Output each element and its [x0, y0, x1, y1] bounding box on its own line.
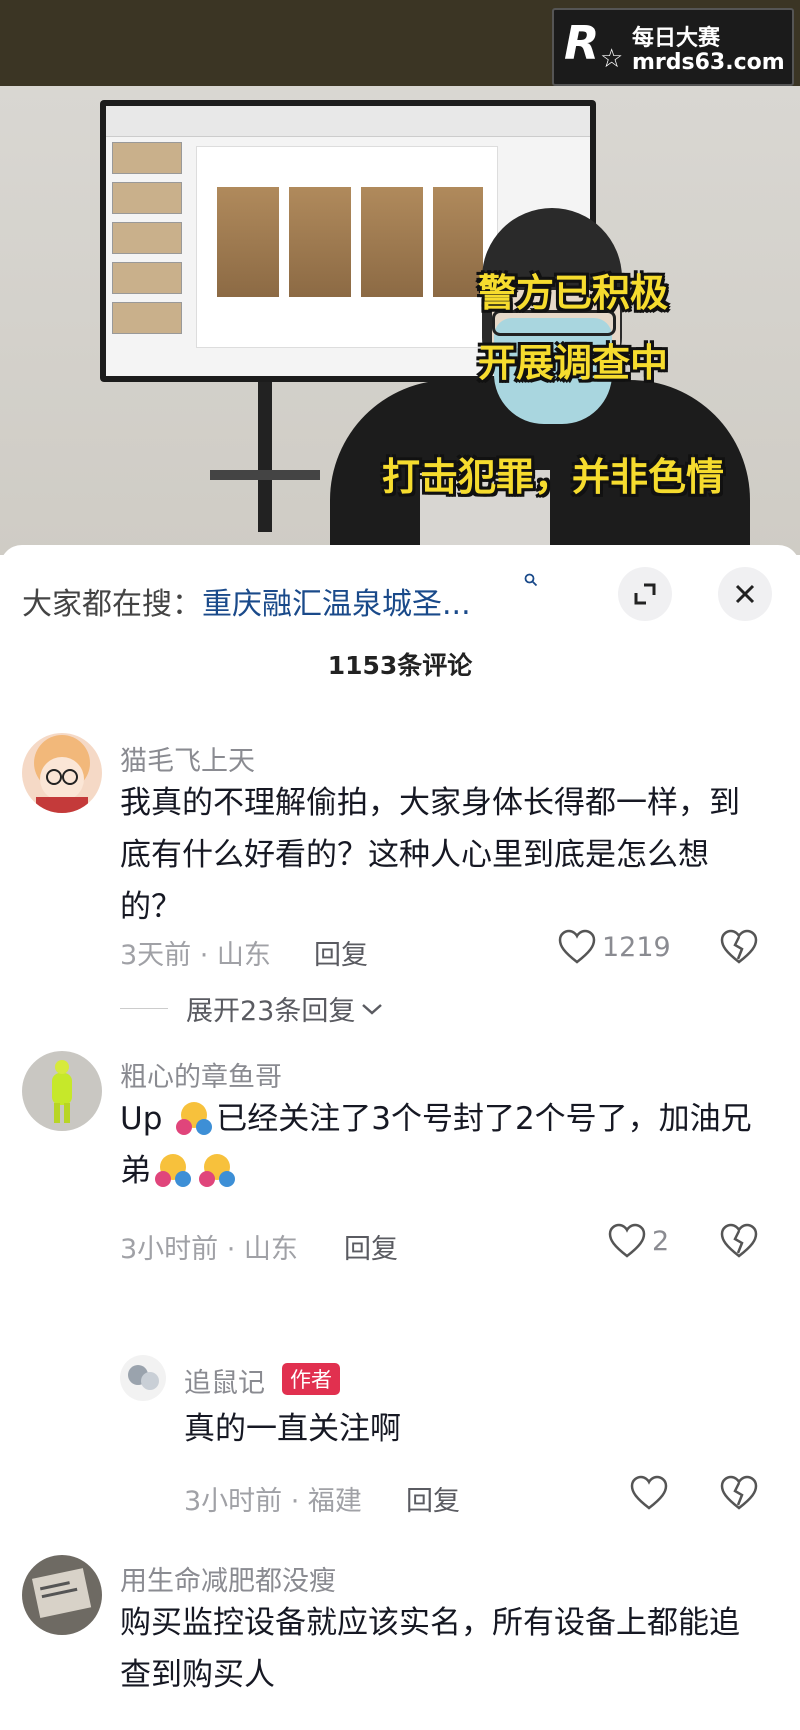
avatar[interactable] [120, 1355, 166, 1401]
watermark-logo: R ☆ 每日大赛 mrds63.com [552, 8, 794, 86]
avatar[interactable] [22, 1555, 102, 1635]
like-button[interactable]: 2 [608, 1223, 669, 1259]
subtitle-line-3: 打击犯罪，并非色情 [382, 455, 725, 499]
watermark-mark: R [564, 16, 600, 70]
hug-emoji-icon [176, 1102, 213, 1135]
close-button[interactable] [718, 567, 772, 621]
search-term[interactable]: 重庆融汇温泉城圣... [202, 587, 471, 622]
comment-item: 粗心的章鱼哥 Up 已经关注了3个号封了2个号了，加油兄弟 3小时前 · 山东 … [0, 1045, 800, 1285]
star-icon: ☆ [600, 44, 624, 74]
comment-text: 真的一直关注啊 [184, 1411, 401, 1447]
avatar[interactable] [22, 1051, 102, 1131]
comment-text: 我真的不理解偷拍，大家身体长得都一样，到底有什么好看的？这种人心里到底是怎么想的… [120, 785, 740, 925]
comment-meta: 3天前 · 山东 [120, 940, 271, 971]
like-button[interactable]: 1219 [558, 929, 671, 965]
like-count: 1219 [602, 931, 671, 963]
hug-emoji-icon [155, 1154, 191, 1187]
heart-icon [558, 929, 596, 964]
avatar[interactable] [22, 733, 102, 813]
comment-item: 猫毛飞上天 我真的不理解偷拍，大家身体长得都一样，到底有什么好看的？这种人心里到… [0, 733, 800, 1033]
subtitle-line-1: 警方已积极 [478, 271, 669, 315]
trending-search[interactable]: 大家都在搜：重庆融汇温泉城圣... [22, 573, 538, 622]
username[interactable]: 用生命减肥都没瘦 [120, 1559, 336, 1598]
comment-text-part: Up [120, 1101, 173, 1137]
expand-button[interactable] [618, 567, 672, 621]
comment-meta: 3小时前 · 福建 [184, 1486, 362, 1517]
close-icon [735, 584, 755, 604]
reply-button[interactable]: 回复 [406, 1479, 460, 1518]
username[interactable]: 粗心的章鱼哥 [120, 1055, 282, 1094]
expand-icon [634, 583, 656, 605]
reply-item: 追鼠记 作者 真的一直关注啊 3小时前 · 福建 回复 [0, 1355, 800, 1535]
watermark-url: mrds63.com [632, 50, 785, 75]
author-badge: 作者 [282, 1363, 340, 1395]
comment-meta: 3小时前 · 山东 [120, 1234, 298, 1265]
expand-replies-button[interactable]: 展开23条回复 [120, 989, 385, 1028]
comment-text: 购买监控设备就应该实名，所有设备上都能追查到购买人 [120, 1605, 740, 1693]
comment-item: 用生命减肥都没瘦 购买监控设备就应该实名，所有设备上都能追查到购买人 [0, 1555, 800, 1730]
comment-count: 1153条评论 [327, 651, 473, 680]
expand-replies-label: 展开23条回复 [186, 996, 356, 1027]
subtitle-line-2: 开展调查中 [478, 341, 669, 385]
monitor-stand [258, 382, 272, 532]
broken-heart-icon[interactable] [720, 929, 758, 965]
heart-icon [608, 1223, 646, 1258]
comment-panel: 大家都在搜：重庆融汇温泉城圣... 1153条评论 猫毛飞上天 我真的不理解偷拍… [0, 545, 800, 1730]
heart-icon[interactable] [630, 1475, 668, 1511]
reply-button[interactable]: 回复 [314, 933, 368, 972]
like-count: 2 [652, 1225, 670, 1257]
chevron-down-icon [362, 1003, 383, 1015]
watermark-name: 每日大赛 [632, 26, 721, 51]
username[interactable]: 猫毛飞上天 [120, 739, 255, 778]
video-player[interactable]: R ☆ 每日大赛 mrds63.com 警方已积极 开展调查中 打击犯罪，并非色… [0, 0, 800, 555]
search-icon [524, 573, 538, 587]
hug-emoji-icon [199, 1154, 235, 1187]
broken-heart-icon[interactable] [720, 1223, 758, 1259]
broken-heart-icon[interactable] [720, 1475, 758, 1511]
search-prefix: 大家都在搜： [22, 587, 202, 622]
username[interactable]: 追鼠记 [184, 1361, 265, 1400]
stand-base [210, 470, 320, 480]
reply-button[interactable]: 回复 [344, 1227, 398, 1266]
comment-text: Up 已经关注了3个号封了2个号了，加油兄弟 [120, 1093, 770, 1197]
